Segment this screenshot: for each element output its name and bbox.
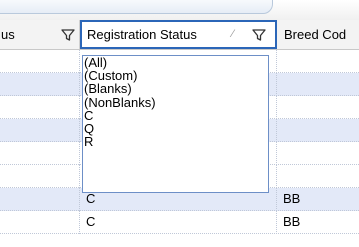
column-header-breed-code[interactable]: Breed Cod — [277, 20, 359, 49]
cell-breed-code[interactable] — [277, 119, 359, 142]
cell-breed-code[interactable] — [277, 50, 359, 73]
sort-indicator-icon: ⁄ — [232, 28, 234, 40]
grid-header-row: us Registration Status ⁄ Breed Cod — [0, 20, 359, 50]
cell-breed-code[interactable] — [277, 96, 359, 119]
cell-registration-status[interactable]: C — [80, 211, 277, 234]
cell-status[interactable] — [0, 165, 80, 188]
cell-status[interactable] — [0, 73, 80, 96]
funnel-icon[interactable] — [252, 28, 266, 42]
column-header-status[interactable]: us — [0, 20, 80, 49]
cell-status[interactable] — [0, 188, 80, 211]
cell-breed-code[interactable] — [277, 142, 359, 165]
cell-breed-code[interactable] — [277, 73, 359, 96]
filter-option-blanks[interactable]: (Blanks) — [83, 82, 268, 95]
column-header-registration-label: Registration Status — [87, 27, 197, 42]
column-header-status-label: us — [1, 27, 15, 42]
cell-breed-code[interactable] — [277, 165, 359, 188]
filter-dropdown-list[interactable]: (All) (Custom) (Blanks) (NonBlanks) C Q … — [82, 55, 269, 193]
top-bar — [0, 0, 359, 20]
filter-option-r[interactable]: R — [83, 135, 268, 148]
cell-status[interactable] — [0, 96, 80, 119]
filter-option-q[interactable]: Q — [83, 122, 268, 135]
column-header-registration-status[interactable]: Registration Status ⁄ — [80, 20, 277, 49]
cell-breed-code[interactable]: BB — [277, 211, 359, 234]
filter-option-c[interactable]: C — [83, 109, 268, 122]
cell-status[interactable] — [0, 50, 80, 73]
cell-status[interactable] — [0, 211, 80, 234]
top-tab-strip — [0, 0, 273, 14]
funnel-icon[interactable] — [61, 28, 75, 42]
filter-option-nonblanks[interactable]: (NonBlanks) — [83, 95, 268, 109]
table-row[interactable]: C BB — [0, 211, 359, 234]
column-header-breed-label: Breed Cod — [284, 27, 347, 42]
cell-breed-code[interactable]: BB — [277, 188, 359, 211]
cell-status[interactable] — [0, 142, 80, 165]
cell-status[interactable] — [0, 119, 80, 142]
